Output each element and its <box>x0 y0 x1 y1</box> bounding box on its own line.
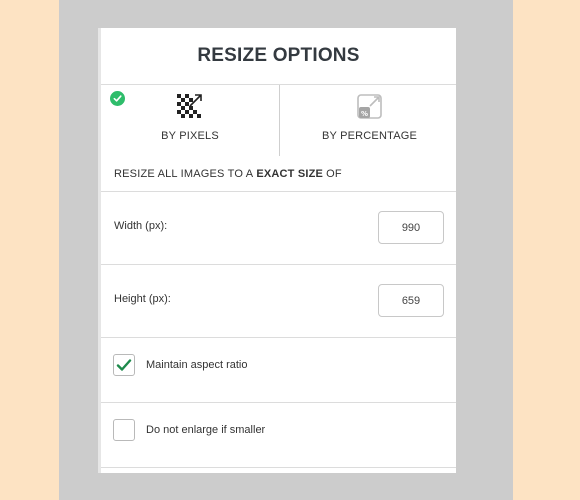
tab-by-percentage-label: BY PERCENTAGE <box>321 130 418 142</box>
instruction-prefix: RESIZE ALL IMAGES TO A <box>114 167 254 180</box>
maintain-aspect-row: Maintain aspect ratio <box>101 338 456 403</box>
width-label: Width (px): <box>114 220 168 232</box>
width-input[interactable] <box>378 211 444 244</box>
no-enlarge-checkbox[interactable] <box>113 419 135 441</box>
maintain-aspect-label: Maintain aspect ratio <box>146 359 248 371</box>
resize-instruction: RESIZE ALL IMAGES TO A EXACT SIZE OF <box>101 156 456 192</box>
percentage-resize-icon: % <box>356 94 382 119</box>
panel-title: RESIZE OPTIONS <box>101 28 456 85</box>
instruction-suffix: OF <box>326 167 342 180</box>
height-row: Height (px): <box>101 265 456 338</box>
tab-by-pixels[interactable]: BY PIXELS <box>101 85 279 156</box>
pixels-resize-icon <box>177 94 202 118</box>
resize-mode-tabs: BY PIXELS % BY PERCENTAGE <box>101 85 456 156</box>
no-enlarge-row: Do not enlarge if smaller <box>101 403 456 468</box>
tab-by-percentage[interactable]: % BY PERCENTAGE <box>279 85 456 156</box>
svg-text:%: % <box>360 110 367 118</box>
instruction-emphasis: EXACT SIZE <box>256 167 324 180</box>
tab-by-pixels-label: BY PIXELS <box>161 130 219 142</box>
height-input[interactable] <box>378 284 444 317</box>
checkmark-icon <box>116 359 132 371</box>
selected-check-icon <box>110 91 125 106</box>
resize-options-panel: RESIZE OPTIONS BY PIXELS % BY PERCENTAGE… <box>98 28 456 473</box>
width-row: Width (px): <box>101 192 456 265</box>
height-label: Height (px): <box>114 293 171 305</box>
no-enlarge-label: Do not enlarge if smaller <box>146 424 266 436</box>
maintain-aspect-checkbox[interactable] <box>113 354 135 376</box>
